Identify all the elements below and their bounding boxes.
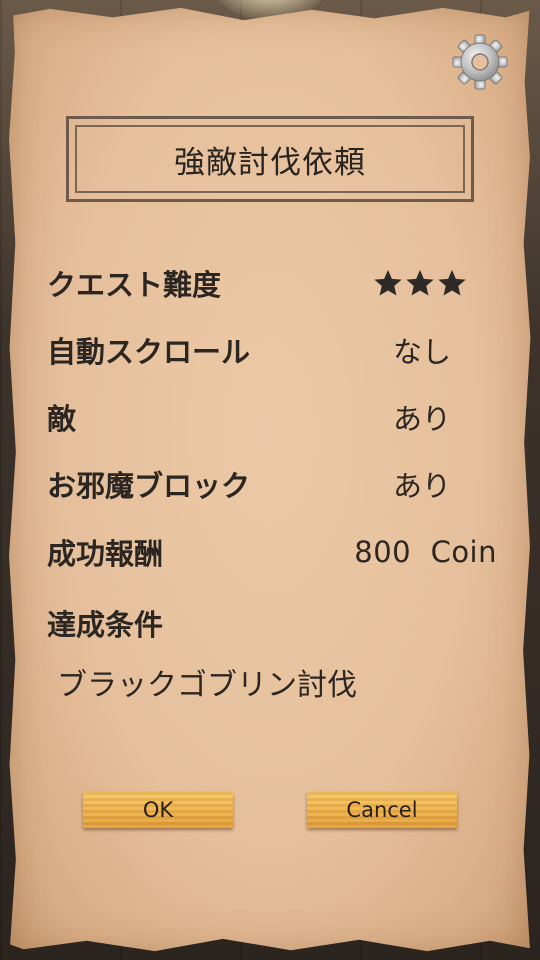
star-icon — [374, 269, 402, 296]
difficulty-label: クエスト難度 — [47, 268, 222, 302]
auto-scroll-value: なし — [392, 335, 451, 369]
cancel-button[interactable]: Cancel — [307, 792, 457, 828]
star-icon — [438, 269, 466, 296]
obstacle-block-value: あり — [392, 469, 451, 503]
reward-label: 成功報酬 — [47, 537, 164, 571]
condition-value: ブラックゴブリン討伐 — [57, 668, 357, 703]
gear-icon[interactable] — [452, 34, 508, 90]
row-enemy: 敵 あり — [47, 395, 497, 439]
row-reward: 成功報酬 800 Coin — [47, 530, 497, 574]
title-frame: 強敵討伐依頼 — [66, 116, 474, 202]
enemy-label: 敵 — [47, 402, 77, 436]
star-icon — [406, 269, 434, 296]
difficulty-stars — [373, 268, 467, 298]
ok-button[interactable]: OK — [83, 792, 233, 828]
row-difficulty: クエスト難度 — [47, 261, 497, 305]
auto-scroll-label: 自動スクロール — [47, 335, 251, 369]
row-obstacle-block: お邪魔ブロック あり — [47, 462, 497, 506]
obstacle-block-label: お邪魔ブロック — [47, 469, 251, 503]
title-frame-inner: 強敵討伐依頼 — [75, 125, 465, 193]
condition-label: 達成条件 — [47, 608, 164, 642]
enemy-value: あり — [392, 402, 451, 436]
reward-value: 800 Coin — [354, 535, 497, 569]
quest-title: 強敵討伐依頼 — [174, 144, 366, 181]
row-auto-scroll: 自動スクロール なし — [47, 328, 497, 372]
